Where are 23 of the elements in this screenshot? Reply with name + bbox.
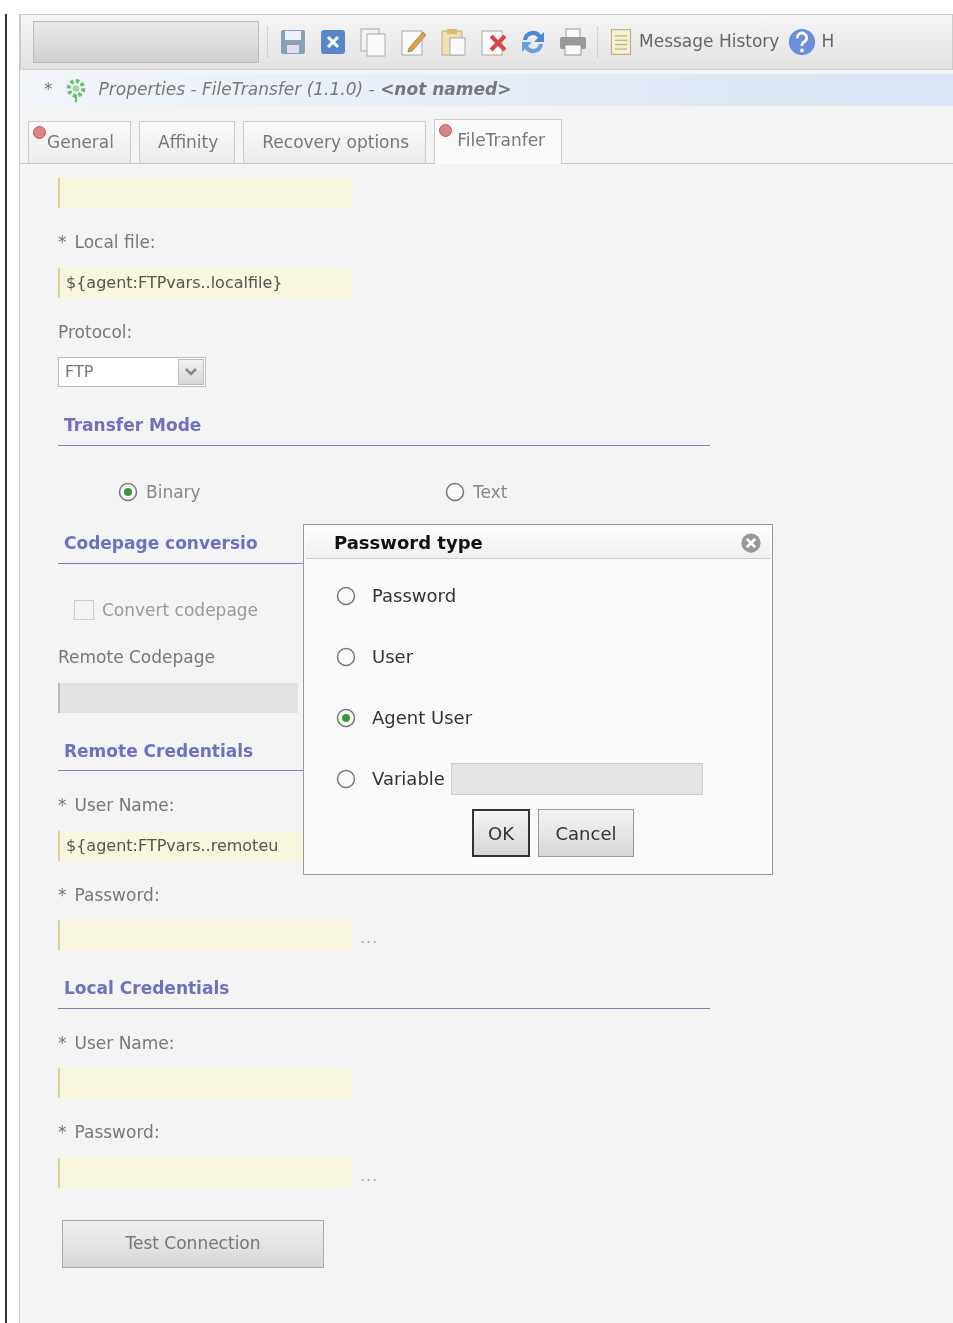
option-label: Password (372, 584, 457, 608)
required-mark: * (58, 794, 67, 817)
field-label: Protocol: (58, 320, 133, 344)
required-mark: * (58, 1031, 67, 1055)
option-label: User (372, 645, 414, 669)
field-label: Remote Codepage (58, 646, 215, 669)
field-label: User Name: (74, 1031, 175, 1055)
field-label: Password: (74, 1121, 160, 1144)
dialog-title: Password type (334, 531, 483, 555)
field-label: Password: (74, 883, 160, 907)
option-label: Agent User (372, 706, 473, 730)
required-mark: * (58, 231, 67, 254)
section-heading: Local Credentials (63, 977, 230, 1000)
title-text: Properties - FileTransfer (1.1.0) - <not named> (98, 78, 512, 102)
section-heading: Codepage conversio (63, 532, 258, 555)
required-mark: * (58, 1121, 67, 1144)
option-label: Variable (372, 767, 445, 791)
field-label: User Name: (74, 794, 175, 817)
field-label: Local file: (74, 231, 156, 254)
modified-mark: * (44, 78, 53, 102)
section-heading: Remote Credentials (63, 739, 254, 763)
required-mark: * (58, 883, 67, 907)
section-heading: Transfer Mode (63, 414, 202, 437)
